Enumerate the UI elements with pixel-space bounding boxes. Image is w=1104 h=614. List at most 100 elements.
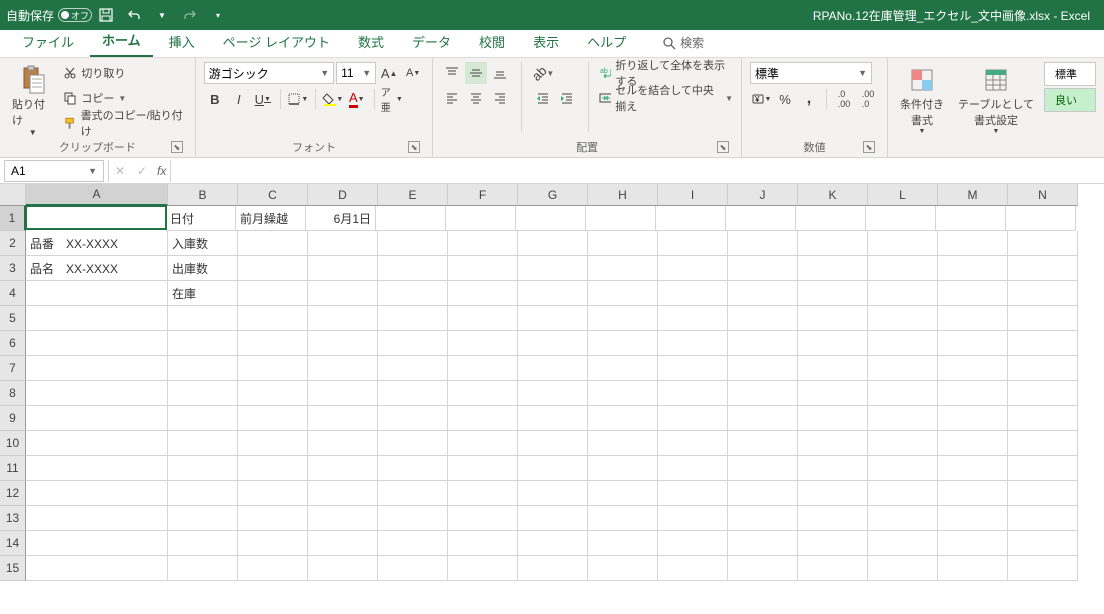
- cell-N1[interactable]: [1006, 206, 1076, 231]
- tab-page-layout[interactable]: ページ レイアウト: [211, 28, 342, 57]
- cell-L9[interactable]: [868, 406, 938, 431]
- cell-J3[interactable]: [728, 256, 798, 281]
- tab-help[interactable]: ヘルプ: [575, 28, 638, 57]
- merge-center-button[interactable]: セルを結合して中央揃え▼: [599, 87, 733, 109]
- cell-K6[interactable]: [798, 331, 868, 356]
- column-header-D[interactable]: D: [308, 184, 378, 206]
- cell-J8[interactable]: [728, 381, 798, 406]
- row-header-8[interactable]: 8: [0, 381, 26, 406]
- row-header-6[interactable]: 6: [0, 331, 26, 356]
- cell-N11[interactable]: [1008, 456, 1078, 481]
- cell-A9[interactable]: [26, 406, 168, 431]
- phonetic-button[interactable]: ア亜▼: [381, 88, 403, 110]
- cell-M6[interactable]: [938, 331, 1008, 356]
- cell-K11[interactable]: [798, 456, 868, 481]
- cell-C5[interactable]: [238, 306, 308, 331]
- cell-C11[interactable]: [238, 456, 308, 481]
- cell-M9[interactable]: [938, 406, 1008, 431]
- paste-button[interactable]: 貼り付け ▼: [8, 62, 57, 139]
- number-launcher[interactable]: ⬊: [863, 141, 875, 153]
- cell-J6[interactable]: [728, 331, 798, 356]
- cell-I15[interactable]: [658, 556, 728, 581]
- row-header-11[interactable]: 11: [0, 456, 26, 481]
- cell-L12[interactable]: [868, 481, 938, 506]
- align-left-button[interactable]: [441, 87, 463, 109]
- cell-E11[interactable]: [378, 456, 448, 481]
- cell-N13[interactable]: [1008, 506, 1078, 531]
- row-header-12[interactable]: 12: [0, 481, 26, 506]
- cell-C2[interactable]: [238, 231, 308, 256]
- cell-G1[interactable]: [516, 206, 586, 231]
- cell-J12[interactable]: [728, 481, 798, 506]
- cell-I1[interactable]: [656, 206, 726, 231]
- cell-J14[interactable]: [728, 531, 798, 556]
- cancel-formula-button[interactable]: ✕: [109, 160, 131, 182]
- align-right-button[interactable]: [489, 87, 511, 109]
- cell-M10[interactable]: [938, 431, 1008, 456]
- column-header-A[interactable]: A: [26, 184, 168, 206]
- cell-M14[interactable]: [938, 531, 1008, 556]
- cell-I11[interactable]: [658, 456, 728, 481]
- tab-review[interactable]: 校閲: [467, 28, 517, 57]
- cell-A11[interactable]: [26, 456, 168, 481]
- cell-H10[interactable]: [588, 431, 658, 456]
- cell-A3[interactable]: 品名 XX-XXXX: [26, 256, 168, 281]
- cell-N10[interactable]: [1008, 431, 1078, 456]
- cell-E9[interactable]: [378, 406, 448, 431]
- cell-B11[interactable]: [168, 456, 238, 481]
- cell-N4[interactable]: [1008, 281, 1078, 306]
- align-top-button[interactable]: [441, 62, 463, 84]
- cell-I9[interactable]: [658, 406, 728, 431]
- cell-F6[interactable]: [448, 331, 518, 356]
- cell-L4[interactable]: [868, 281, 938, 306]
- cell-D8[interactable]: [308, 381, 378, 406]
- cell-G13[interactable]: [518, 506, 588, 531]
- cell-K13[interactable]: [798, 506, 868, 531]
- cell-M2[interactable]: [938, 231, 1008, 256]
- column-header-C[interactable]: C: [238, 184, 308, 206]
- cell-A7[interactable]: [26, 356, 168, 381]
- percent-button[interactable]: %: [774, 88, 796, 110]
- cell-I5[interactable]: [658, 306, 728, 331]
- cell-H12[interactable]: [588, 481, 658, 506]
- cell-F2[interactable]: [448, 231, 518, 256]
- cell-style-normal[interactable]: 標準: [1044, 62, 1096, 86]
- cell-E2[interactable]: [378, 231, 448, 256]
- cell-C9[interactable]: [238, 406, 308, 431]
- cell-B14[interactable]: [168, 531, 238, 556]
- cell-L10[interactable]: [868, 431, 938, 456]
- cell-F12[interactable]: [448, 481, 518, 506]
- font-launcher[interactable]: ⬊: [408, 141, 420, 153]
- cell-G9[interactable]: [518, 406, 588, 431]
- redo-icon[interactable]: [182, 7, 198, 23]
- cell-H14[interactable]: [588, 531, 658, 556]
- decrease-font-button[interactable]: A▼: [402, 62, 424, 84]
- column-header-E[interactable]: E: [378, 184, 448, 206]
- cell-A6[interactable]: [26, 331, 168, 356]
- cell-A2[interactable]: 品番 XX-XXXX: [26, 231, 168, 256]
- font-name-combo[interactable]: 游ゴシック▼: [204, 62, 334, 84]
- cell-I8[interactable]: [658, 381, 728, 406]
- cell-N5[interactable]: [1008, 306, 1078, 331]
- table-format-button[interactable]: テーブルとして 書式設定▼: [954, 62, 1038, 137]
- tab-formulas[interactable]: 数式: [346, 28, 396, 57]
- cell-K8[interactable]: [798, 381, 868, 406]
- decrease-indent-button[interactable]: [532, 87, 554, 109]
- cell-C13[interactable]: [238, 506, 308, 531]
- autosave-toggle[interactable]: 自動保存 オフ: [6, 7, 92, 24]
- cell-H4[interactable]: [588, 281, 658, 306]
- column-header-L[interactable]: L: [868, 184, 938, 206]
- cell-A10[interactable]: [26, 431, 168, 456]
- cell-J2[interactable]: [728, 231, 798, 256]
- cell-G15[interactable]: [518, 556, 588, 581]
- cell-M5[interactable]: [938, 306, 1008, 331]
- cell-B9[interactable]: [168, 406, 238, 431]
- font-color-button[interactable]: A▼: [346, 88, 368, 110]
- row-header-5[interactable]: 5: [0, 306, 26, 331]
- row-header-14[interactable]: 14: [0, 531, 26, 556]
- wrap-text-button[interactable]: ab折り返して全体を表示する: [599, 62, 733, 84]
- cell-F5[interactable]: [448, 306, 518, 331]
- cell-N15[interactable]: [1008, 556, 1078, 581]
- cell-L8[interactable]: [868, 381, 938, 406]
- cell-I7[interactable]: [658, 356, 728, 381]
